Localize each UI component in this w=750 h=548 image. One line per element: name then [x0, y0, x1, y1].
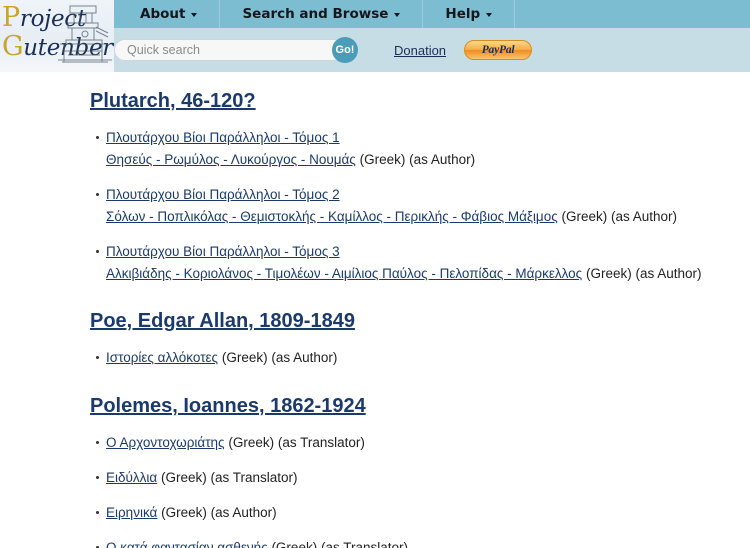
author-heading-row: Poe, Edgar Allan, 1809-1849	[0, 284, 750, 333]
book-subtitle-link[interactable]: Αλκιβιάδης - Κοριολάνος - Τιμολέων - Αιμ…	[106, 266, 582, 281]
book-list: Ο Αρχοντοχωριάτης (Greek) (as Translator…	[0, 433, 750, 548]
book-subtitle-row: Θησεύς - Ρωμύλος - Λυκούργος - Νουμάς (G…	[106, 150, 750, 170]
paypal-label: PayPal	[481, 44, 515, 56]
list-item: Ειδύλλια (Greek) (as Translator)	[96, 468, 750, 488]
list-item: Ο Αρχοντοχωριάτης (Greek) (as Translator…	[96, 433, 750, 453]
book-title-link[interactable]: Ο Αρχοντοχωριάτης	[106, 435, 225, 450]
book-subtitle-link[interactable]: Θησεύς - Ρωμύλος - Λυκούργος - Νουμάς	[106, 152, 356, 167]
printing-press-icon	[58, 5, 112, 63]
book-meta: (Greek) (as Translator)	[228, 435, 365, 450]
paypal-button[interactable]: PayPal	[464, 40, 533, 60]
author-block-polemes: Polemes, Ioannes, 1862-1924 Ο Αρχοντοχωρ…	[0, 368, 750, 548]
site-header: Project Gutenberg About Search and Brows…	[0, 0, 750, 72]
book-title-link[interactable]: Ο κατά φαντασίαν ασθενής	[106, 540, 268, 548]
book-list: Ιστορίες αλλόκοτες (Greek) (as Author)	[0, 348, 750, 368]
book-meta: (Greek) (as Author)	[359, 152, 476, 167]
list-item: Ειρηνικά (Greek) (as Author)	[96, 503, 750, 523]
book-title-link[interactable]: Πλουτάρχου Βίοι Παράλληλοι - Τόμος 2	[106, 187, 340, 202]
book-title-link[interactable]: Ειρηνικά	[106, 505, 157, 520]
author-block-poe: Poe, Edgar Allan, 1809-1849 Ιστορίες αλλ…	[0, 284, 750, 368]
main-nav[interactable]: About Search and Browse Help	[114, 0, 516, 28]
nav-item-search-and-browse[interactable]: Search and Browse	[220, 0, 424, 28]
author-block-plutarch: Plutarch, 46-120? Πλουτάρχου Βίοι Παράλλ…	[0, 72, 750, 284]
list-item: Ιστορίες αλλόκοτες (Greek) (as Author)	[96, 348, 750, 368]
nav-item-help-label: Help	[445, 6, 481, 22]
search-wrapper: Go!	[114, 37, 358, 63]
book-title-link[interactable]: Ειδύλλια	[106, 470, 157, 485]
book-meta: (Greek) (as Author)	[161, 505, 277, 520]
book-meta: (Greek) (as Author)	[221, 350, 338, 365]
book-title-link[interactable]: Πλουτάρχου Βίοι Παράλληλοι - Τόμος 1	[106, 130, 340, 145]
book-subtitle-row: Σόλων - Ποπλικόλας - Θεμιστοκλής - Καμίλ…	[106, 207, 750, 227]
book-subtitle-link[interactable]: Σόλων - Ποπλικόλας - Θεμιστοκλής - Καμίλ…	[106, 209, 558, 224]
list-item: Πλουτάρχου Βίοι Παράλληλοι - Τόμος 1 Θησ…	[96, 128, 750, 170]
search-input[interactable]	[114, 39, 346, 61]
book-list: Πλουτάρχου Βίοι Παράλληλοι - Τόμος 1 Θησ…	[0, 128, 750, 284]
author-name-heading[interactable]: Plutarch, 46-120?	[90, 90, 256, 113]
book-subtitle-row: Αλκιβιάδης - Κοριολάνος - Τιμολέων - Αιμ…	[106, 264, 750, 284]
main-content: Plutarch, 46-120? Πλουτάρχου Βίοι Παράλλ…	[0, 72, 750, 548]
book-title-link[interactable]: Ιστορίες αλλόκοτες	[106, 350, 218, 365]
author-heading-row: Plutarch, 46-120?	[0, 72, 750, 113]
nav-item-help[interactable]: Help	[423, 0, 516, 28]
list-item: Πλουτάρχου Βίοι Παράλληλοι - Τόμος 3 Αλκ…	[96, 242, 750, 284]
book-title-link[interactable]: Πλουτάρχου Βίοι Παράλληλοι - Τόμος 3	[106, 244, 340, 259]
chevron-down-icon	[191, 13, 198, 17]
book-meta: (Greek) (as Translator)	[160, 470, 298, 485]
nav-item-about-label: About	[140, 6, 186, 22]
book-meta: (Greek) (as Translator)	[271, 540, 408, 548]
author-name-heading[interactable]: Polemes, Ioannes, 1862-1924	[90, 395, 366, 418]
list-item: Πλουτάρχου Βίοι Παράλληλοι - Τόμος 2 Σόλ…	[96, 185, 750, 227]
book-meta: (Greek) (as Author)	[585, 266, 702, 281]
chevron-down-icon	[486, 13, 493, 17]
author-heading-row: Polemes, Ioannes, 1862-1924	[0, 368, 750, 418]
site-logo[interactable]: Project Gutenberg	[0, 0, 114, 72]
nav-item-about[interactable]: About	[114, 0, 221, 28]
donation-link[interactable]: Donation	[394, 43, 446, 58]
nav-item-search-and-browse-label: Search and Browse	[242, 6, 389, 22]
search-go-button[interactable]: Go!	[332, 37, 358, 63]
book-meta: (Greek) (as Author)	[561, 209, 678, 224]
list-item: Ο κατά φαντασίαν ασθενής (Greek) (as Tra…	[96, 538, 750, 548]
chevron-down-icon	[394, 13, 401, 17]
search-row: Go! Donation PayPal	[114, 28, 533, 72]
author-name-heading[interactable]: Poe, Edgar Allan, 1809-1849	[90, 310, 355, 333]
